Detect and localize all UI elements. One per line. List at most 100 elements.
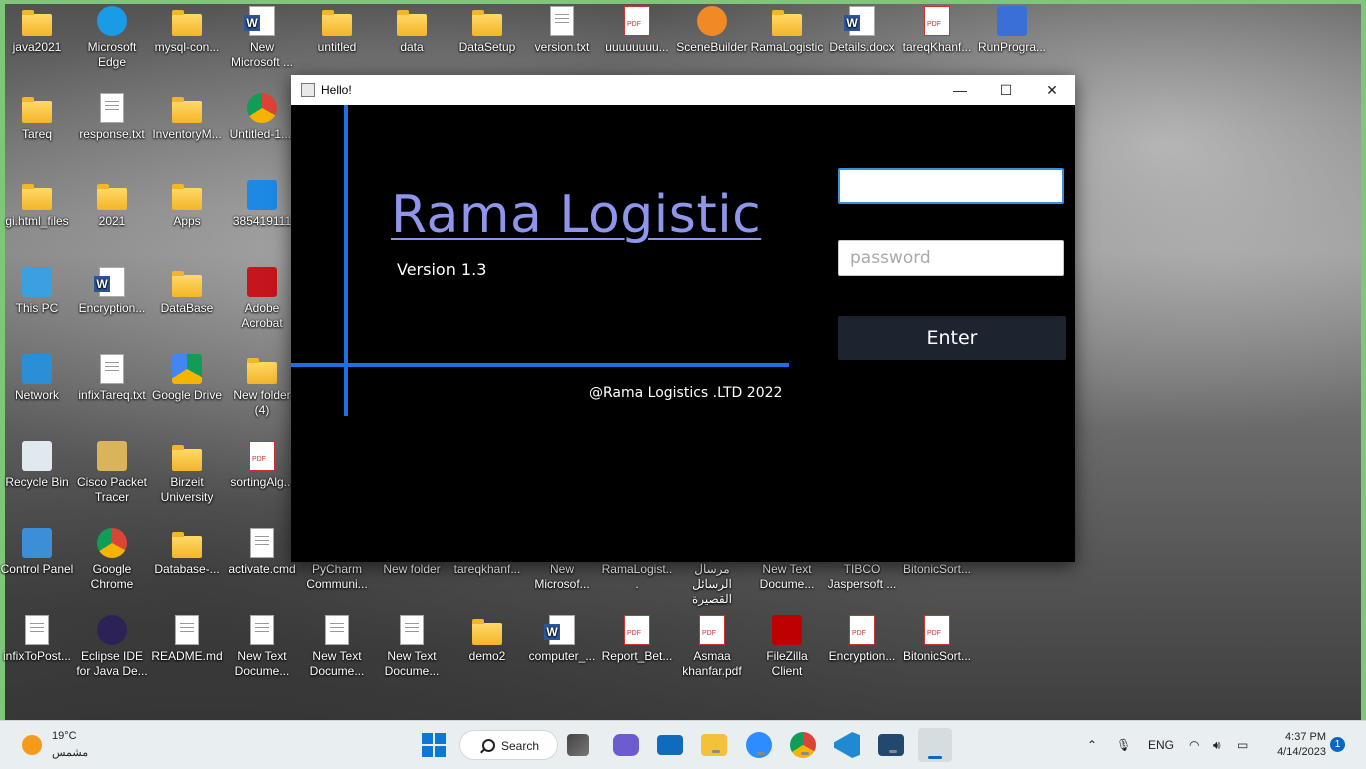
desktop-icon[interactable]: New Text Docume... [225, 615, 299, 679]
brand-title: Rama Logistic [391, 185, 762, 245]
text-file-icon [100, 354, 124, 384]
folder-icon [172, 271, 202, 297]
desktop-icon[interactable]: RamaLogistic [750, 6, 824, 55]
desktop-icon[interactable]: untitled [300, 6, 374, 55]
desktop-icon[interactable]: gi.html_files [0, 180, 74, 229]
desktop-icon[interactable]: 2021 [75, 180, 149, 229]
language-indicator[interactable]: ENG [1148, 721, 1174, 769]
teams-chat-icon[interactable] [613, 734, 639, 756]
task-view-icon[interactable] [567, 734, 589, 756]
mail-icon[interactable] [657, 735, 683, 755]
desktop-icon[interactable]: Birzeit University [150, 441, 224, 505]
desktop-icon-label: response.txt [79, 127, 145, 141]
desktop-icon[interactable]: Network [0, 354, 74, 403]
desktop-icon[interactable]: New folder (4) [225, 354, 299, 418]
password-input[interactable]: password [838, 240, 1064, 276]
search-box[interactable]: Search [459, 730, 558, 760]
desktop-icon[interactable]: infixTareq.txt [75, 354, 149, 403]
folder-icon [22, 10, 52, 36]
version-label: Version 1.3 [397, 260, 487, 279]
desktop-icon[interactable]: infixToPost... [0, 615, 74, 664]
desktop-icon[interactable]: Report_Bet... [600, 615, 674, 664]
desktop-icon[interactable]: InventoryM... [150, 93, 224, 142]
desktop-icon[interactable]: DataBase [150, 267, 224, 316]
desktop-icon[interactable]: Cisco Packet Tracer [75, 441, 149, 505]
desktop-icon[interactable]: Asmaa khanfar.pdf [675, 615, 749, 679]
chevron-up-icon[interactable]: ⌃ [1087, 721, 1097, 769]
word-doc-icon [244, 6, 275, 36]
desktop-icon[interactable]: mysql-con... [150, 6, 224, 55]
vscode-icon[interactable] [834, 732, 860, 758]
acrobat-icon [247, 267, 277, 297]
desktop-icon-label: Encryption... [78, 301, 146, 315]
desktop-icon[interactable]: Apps [150, 180, 224, 229]
desktop-icon[interactable]: DataSetup [450, 6, 524, 55]
desktop-icon[interactable]: Google Chrome [75, 528, 149, 592]
desktop-icon[interactable]: New Text Docume... [375, 615, 449, 679]
chrome-icon[interactable] [790, 732, 816, 758]
desktop-icon[interactable]: Untitled-1.... [225, 93, 299, 142]
desktop-icon[interactable]: data [375, 6, 449, 55]
desktop-icon-label: Control Panel [0, 562, 74, 576]
close-button[interactable]: ✕ [1029, 75, 1075, 105]
filezilla-icon [772, 615, 802, 645]
desktop-icon[interactable]: sortingAlg... [225, 441, 299, 490]
desktop-icon[interactable]: computer_... [525, 615, 599, 664]
desktop-icon[interactable]: Control Panel [0, 528, 74, 577]
desktop-icon[interactable]: Microsoft Edge [75, 6, 149, 70]
desktop-icon-label: This PC [15, 301, 59, 315]
start-button[interactable] [419, 730, 449, 760]
maximize-button[interactable]: ☐ [983, 75, 1029, 105]
enter-button[interactable]: Enter [838, 316, 1066, 360]
sun-icon[interactable] [22, 735, 42, 755]
word-doc-icon [544, 615, 575, 645]
desktop-icon[interactable]: uuuuuuuu... [600, 6, 674, 55]
desktop-icon[interactable]: New Text Docume... [300, 615, 374, 679]
battery-icon[interactable]: ▭ [1237, 721, 1248, 769]
weather-temperature[interactable]: 19°C [52, 730, 77, 742]
desktop-icon[interactable]: New Microsoft ... [225, 6, 299, 70]
desktop-icon[interactable]: Database-... [150, 528, 224, 577]
desktop-icon[interactable]: response.txt [75, 93, 149, 142]
desktop-icon[interactable]: tareqKhanf... [900, 6, 974, 55]
window-titlebar[interactable]: Hello! — ☐ ✕ [291, 75, 1075, 105]
desktop-icon[interactable]: Encryption... [75, 267, 149, 316]
desktop-icon[interactable]: FileZilla Client [750, 615, 824, 679]
desktop-icon[interactable]: version.txt [525, 6, 599, 55]
desktop-icon[interactable]: This PC [0, 267, 74, 316]
weather-description[interactable]: مشمس [52, 746, 88, 759]
desktop-icon[interactable]: java2021 [0, 6, 74, 55]
java-app-taskbar-icon[interactable] [918, 728, 952, 762]
horizontal-accent-line [291, 363, 789, 367]
pdf-icon [849, 615, 875, 645]
desktop-icon[interactable]: RunProgra... [975, 6, 1049, 55]
clock[interactable]: 4:37 PM 4/14/2023 [1266, 730, 1326, 760]
username-input[interactable] [838, 168, 1064, 204]
screen-edge-right [1361, 0, 1366, 720]
app-window[interactable]: Hello! — ☐ ✕ Rama Logistic Version 1.3 @… [291, 75, 1075, 562]
zoom-icon[interactable] [746, 732, 772, 758]
desktop-icon[interactable]: Eclipse IDE for Java De... [75, 615, 149, 679]
desktop-icon-label: Tareq [21, 127, 53, 141]
desktop-icon[interactable]: 385419111 [225, 180, 299, 229]
desktop-icon[interactable]: activate.cmd [225, 528, 299, 577]
notification-badge[interactable]: 1 [1330, 737, 1345, 752]
desktop-icon-label: SceneBuilder [676, 40, 748, 54]
volume-icon[interactable]: 🔊︎ [1213, 721, 1221, 769]
minimize-button[interactable]: — [937, 75, 983, 105]
mysql-workbench-icon[interactable] [878, 734, 904, 756]
file-explorer-icon[interactable] [701, 734, 727, 756]
microphone-icon[interactable]: 🎙 [1116, 721, 1131, 769]
desktop-icon[interactable]: SceneBuilder [675, 6, 749, 55]
desktop-icon[interactable]: Google Drive [150, 354, 224, 403]
desktop-icon[interactable]: Adobe Acrobat [225, 267, 299, 331]
desktop-icon-label: Google Drive [151, 388, 223, 402]
wifi-icon[interactable]: ◠ [1189, 721, 1199, 769]
desktop-icon[interactable]: BitonicSort... [900, 615, 974, 664]
desktop-icon[interactable]: Tareq [0, 93, 74, 142]
desktop-icon[interactable]: Encryption... [825, 615, 899, 664]
desktop-icon[interactable]: README.md [150, 615, 224, 664]
desktop-icon[interactable]: Recycle Bin [0, 441, 74, 490]
desktop-icon[interactable]: demo2 [450, 615, 524, 664]
desktop-icon[interactable]: Details.docx [825, 6, 899, 55]
